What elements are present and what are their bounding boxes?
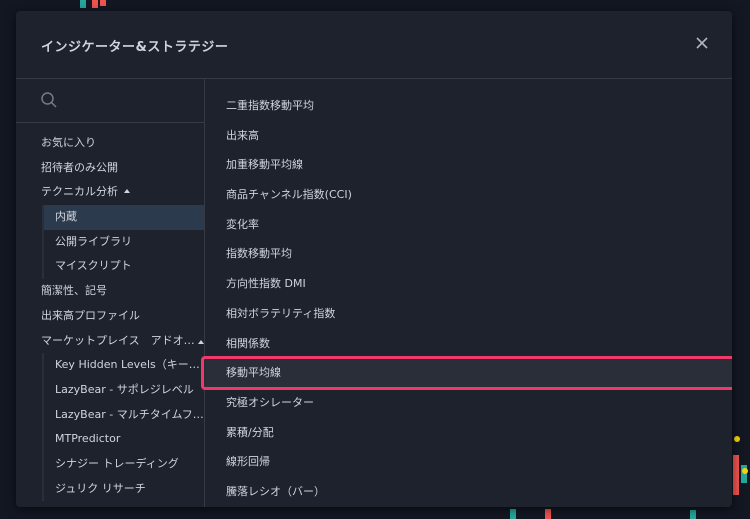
indicator-item-ema[interactable]: 指数移動平均 <box>205 239 732 269</box>
indicator-item-dmi[interactable]: 方向性指数 DMI <box>205 269 732 299</box>
indicator-list-panel: 二重指数移動平均 出来高 加重移動平均線 商品チャンネル指数(CCI) 変化率 … <box>201 79 732 507</box>
category-sidebar: お気に入り 招待者のみ公開 テクニカル分析 内蔵 公開ライブラリ マイスクリプト… <box>16 79 205 507</box>
chart-candle <box>510 509 516 519</box>
caret-up-icon <box>124 189 130 194</box>
indicator-item-moving-average[interactable]: 移動平均線 <box>201 356 732 390</box>
indicator-list: 二重指数移動平均 出来高 加重移動平均線 商品チャンネル指数(CCI) 変化率 … <box>201 91 732 507</box>
sidebar-item-key-hidden-levels[interactable]: Key Hidden Levels（キー… <box>44 353 204 378</box>
sidebar-item-built-in[interactable]: 内蔵 <box>44 205 204 230</box>
sidebar-item-invite-only[interactable]: 招待者のみ公開 <box>16 156 204 181</box>
sidebar-item-synergy-trading[interactable]: シナジー トレーディング <box>44 452 204 477</box>
indicator-item-wma[interactable]: 加重移動平均線 <box>205 150 732 180</box>
marketplace-subgroup: Key Hidden Levels（キー… LazyBear - サポレジレベル… <box>42 353 204 502</box>
dialog-header: インジケーター&ストラテジー <box>16 11 732 79</box>
chart-candle <box>690 510 696 519</box>
indicator-item-advance-decline-ratio[interactable]: 騰落レシオ（バー） <box>205 477 732 507</box>
dialog-title: インジケーター&ストラテジー <box>41 40 229 55</box>
sidebar-item-volume-profile[interactable]: 出来高プロファイル <box>16 304 204 329</box>
close-button[interactable] <box>692 33 712 53</box>
sidebar-item-mtpredictor[interactable]: MTPredictor <box>44 427 204 452</box>
chart-candle <box>92 0 98 8</box>
sidebar-item-lazybear-support-resistance[interactable]: LazyBear - サポレジレベル <box>44 378 204 403</box>
chart-candle <box>742 468 748 474</box>
indicator-item-volume[interactable]: 出来高 <box>205 121 732 151</box>
close-icon <box>696 37 708 49</box>
search-input[interactable] <box>64 87 198 115</box>
indicator-item-roc[interactable]: 変化率 <box>205 210 732 240</box>
indicators-dialog: インジケーター&ストラテジー お気に入り 招待者のみ公開 テクニカル分析 内蔵 … <box>16 11 732 507</box>
search-box <box>16 79 204 123</box>
sidebar-item-simplicity-symbols[interactable]: 簡潔性、記号 <box>16 279 204 304</box>
sidebar-item-technical-analysis[interactable]: テクニカル分析 <box>16 180 204 205</box>
caret-up-icon <box>198 339 204 344</box>
sidebar-item-public-library[interactable]: 公開ライブラリ <box>44 230 204 255</box>
sidebar-item-lazybear-multi-timeframe[interactable]: LazyBear - マルチタイムフ… <box>44 403 204 428</box>
indicator-item-dema[interactable]: 二重指数移動平均 <box>205 91 732 121</box>
indicator-item-ultimate-oscillator[interactable]: 究極オシレーター <box>205 388 732 418</box>
chart-candle <box>80 0 86 8</box>
sidebar-item-marketplace-addons[interactable]: マーケットプレイス アドオ… <box>16 329 204 354</box>
chart-candle <box>733 455 739 495</box>
technical-analysis-subgroup: 内蔵 公開ライブラリ マイスクリプト <box>42 205 204 280</box>
indicator-item-accumulation-distribution[interactable]: 累積/分配 <box>205 418 732 448</box>
search-icon <box>41 92 57 108</box>
sidebar-item-label: テクニカル分析 <box>41 185 118 199</box>
sidebar-item-my-scripts[interactable]: マイスクリプト <box>44 254 204 279</box>
chart-candle <box>545 509 551 519</box>
indicator-item-cci[interactable]: 商品チャンネル指数(CCI) <box>205 180 732 210</box>
chart-candle <box>734 436 740 442</box>
category-nav: お気に入り 招待者のみ公開 テクニカル分析 内蔵 公開ライブラリ マイスクリプト… <box>16 131 204 502</box>
indicator-item-rvi[interactable]: 相対ボラテリティ指数 <box>205 299 732 329</box>
indicator-item-correlation[interactable]: 相関係数 <box>205 329 732 359</box>
chart-candle <box>100 0 106 6</box>
sidebar-item-label: マーケットプレイス アドオ… <box>41 333 195 347</box>
indicator-item-linear-regression[interactable]: 線形回帰 <box>205 447 732 477</box>
sidebar-item-jurik-research[interactable]: ジュリク リサーチ <box>44 477 204 502</box>
sidebar-item-favorites[interactable]: お気に入り <box>16 131 204 156</box>
